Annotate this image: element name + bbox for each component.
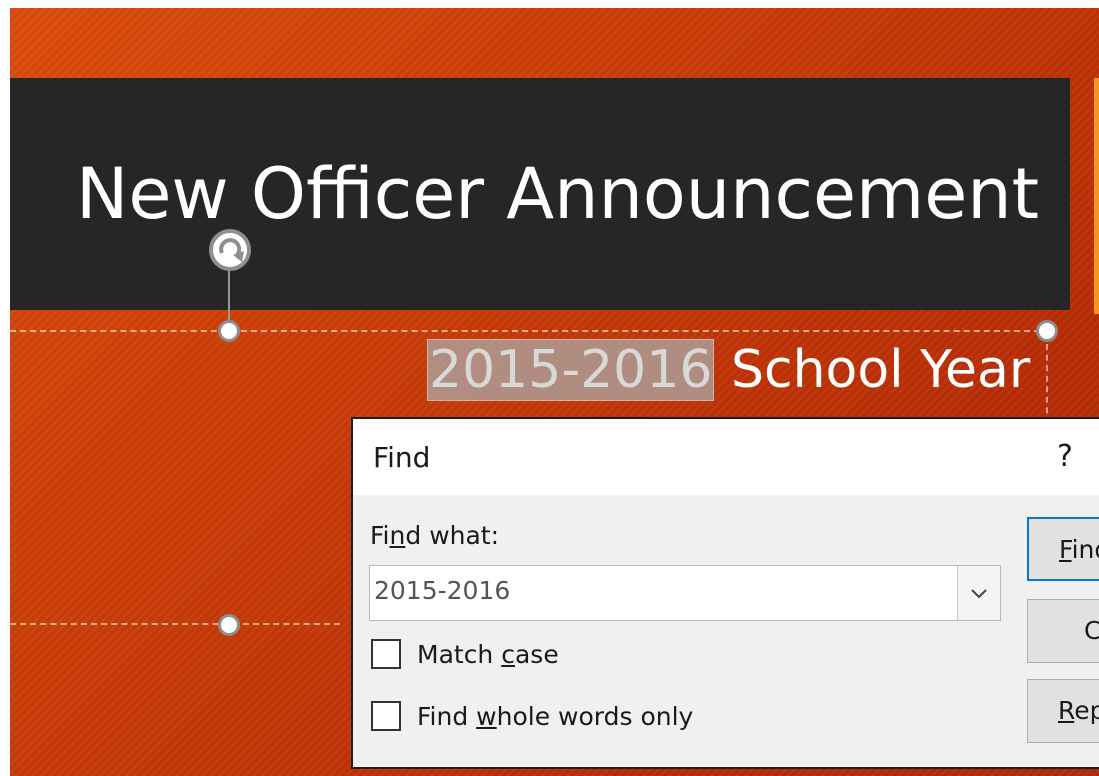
selected-text[interactable]: 2015-2016	[427, 339, 715, 401]
sizing-handle-top-left[interactable]	[218, 320, 240, 342]
rotate-handle-icon[interactable]	[206, 222, 264, 280]
dropdown-button[interactable]	[957, 566, 1000, 620]
whole-words-label[interactable]: Find whole words only	[417, 702, 693, 731]
whole-words-checkbox[interactable]	[371, 701, 401, 731]
sizing-handle-top-right[interactable]	[1036, 320, 1058, 342]
find-what-input[interactable]: 2015-2016	[374, 576, 510, 605]
find-dialog: Find ? Find what: 2015-2016 Match case F…	[351, 417, 1099, 769]
selection-border-top	[10, 330, 1050, 332]
find-what-label: Find what:	[370, 521, 500, 550]
slide-subtitle[interactable]: 2015-2016 School Year	[427, 339, 1031, 401]
match-case-checkbox[interactable]	[371, 639, 401, 669]
selection-border-right	[1046, 344, 1048, 424]
help-button[interactable]: ?	[1057, 439, 1073, 474]
sizing-handle-middle-left[interactable]	[218, 614, 240, 636]
selection-border-mid	[10, 623, 340, 625]
match-case-label[interactable]: Match case	[417, 640, 559, 669]
accent-bar	[1094, 78, 1099, 314]
replace-button[interactable]: Rep	[1027, 679, 1099, 743]
close-button[interactable]: C	[1027, 599, 1099, 663]
dialog-titlebar[interactable]: Find ?	[353, 419, 1099, 495]
find-next-button[interactable]: Find	[1027, 517, 1099, 581]
chevron-down-icon	[971, 589, 987, 599]
find-what-combobox[interactable]: 2015-2016	[369, 565, 1001, 621]
dialog-title: Find	[373, 441, 431, 474]
subtitle-text: School Year	[714, 340, 1031, 400]
